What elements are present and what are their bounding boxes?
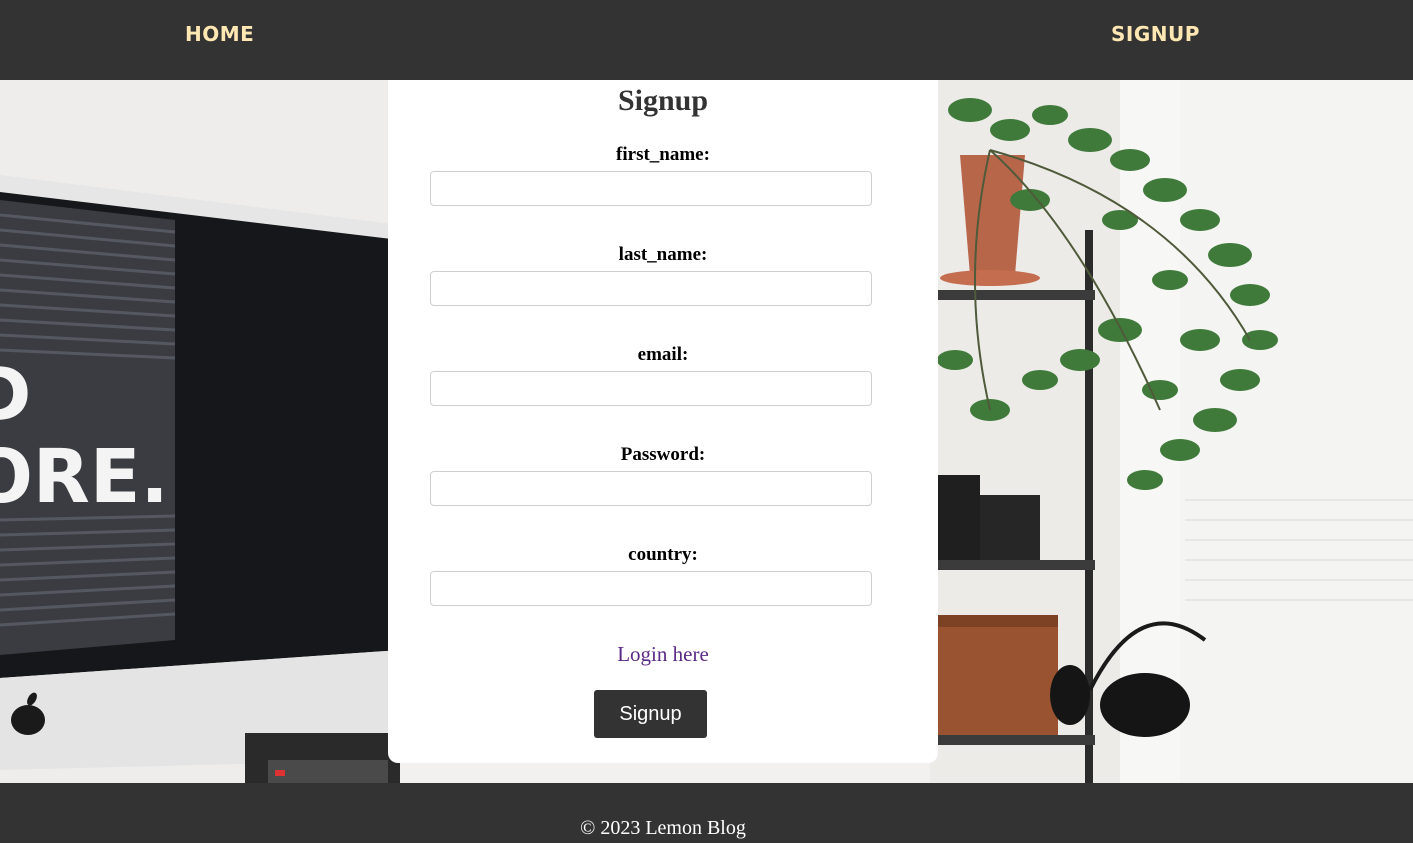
signup-button[interactable]: Signup <box>594 690 707 738</box>
signup-card: Signup first_name: last_name: email: Pas… <box>388 80 938 763</box>
monitor-text-line2: ORE. <box>0 434 169 520</box>
first-name-field[interactable] <box>430 171 872 206</box>
password-field[interactable] <box>430 471 872 506</box>
login-link[interactable]: Login here <box>388 642 938 667</box>
monitor-text-line1: D <box>0 352 31 438</box>
last-name-label: last_name: <box>618 244 708 265</box>
password-label: Password: <box>620 444 706 465</box>
email-label: email: <box>637 344 689 365</box>
nav-home-link[interactable]: HOME <box>185 22 254 46</box>
first-name-label: first_name: <box>616 144 710 165</box>
monitor-photo: D ORE. <box>0 80 400 783</box>
country-label: country: <box>628 544 698 565</box>
copyright-text: © 2023 Lemon Blog <box>580 817 746 839</box>
plant-shelf-photo <box>930 80 1413 783</box>
email-field[interactable] <box>430 371 872 406</box>
last-name-field[interactable] <box>430 271 872 306</box>
country-field[interactable] <box>430 571 872 606</box>
page-title: Signup <box>617 84 709 117</box>
top-navbar: HOME SIGNUP <box>0 0 1413 80</box>
nav-signup-link[interactable]: SIGNUP <box>1111 22 1200 46</box>
footer: © 2023 Lemon Blog <box>0 783 1413 843</box>
